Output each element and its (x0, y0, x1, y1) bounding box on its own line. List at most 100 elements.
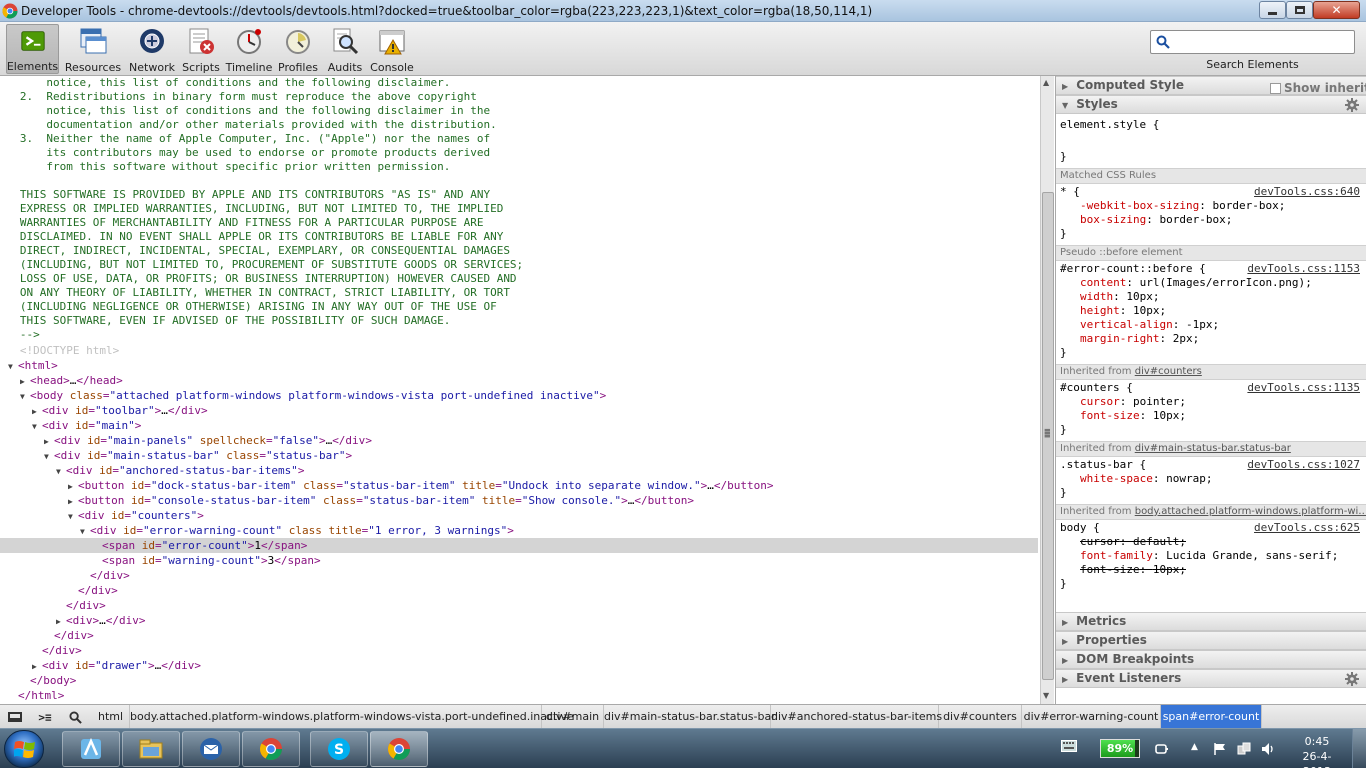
dom-tree[interactable]: notice, this list of conditions and the … (0, 76, 1038, 704)
expand-triangle-icon[interactable]: ▶ (32, 404, 42, 419)
breadcrumb-item[interactable]: div#main (542, 705, 604, 728)
pane-properties[interactable]: ▶ Properties (1056, 631, 1366, 650)
network-icon[interactable] (1237, 742, 1251, 756)
breadcrumb-item[interactable]: div#error-warning-count (1022, 705, 1161, 728)
computed-style-header[interactable]: ▶ Computed Style Show inherited (1056, 76, 1366, 95)
dock-button[interactable] (4, 708, 26, 726)
source-link[interactable]: devTools.css:1027 (1247, 458, 1360, 472)
taskbar-app-button[interactable] (122, 731, 180, 767)
show-inherited-checkbox[interactable] (1270, 83, 1281, 94)
system-clock[interactable]: 0:45 26-4-2013 (1290, 734, 1344, 768)
tab-resources[interactable]: Resources (64, 24, 122, 74)
scroll-down-icon[interactable]: ▼ (1043, 691, 1049, 700)
css-property[interactable]: font-size: 10px; (1080, 563, 1366, 577)
css-property[interactable]: vertical-align: -1px; (1080, 318, 1366, 332)
dom-node[interactable]: ▶ <div id="drawer">…</div> (0, 658, 1038, 673)
collapse-triangle-icon[interactable]: ▼ (32, 419, 42, 434)
minimize-button[interactable] (1259, 1, 1286, 19)
breadcrumb-item[interactable]: span#error-count (1161, 705, 1262, 728)
tab-scripts[interactable]: Scripts (181, 24, 221, 74)
css-property[interactable]: font-family: Lucida Grande, sans-serif; (1080, 549, 1366, 563)
css-property[interactable]: white-space: nowrap; (1080, 472, 1366, 486)
dom-node[interactable]: ▼ <html> (0, 358, 1038, 373)
search-input[interactable] (1175, 34, 1351, 50)
expand-triangle-icon[interactable]: ▶ (32, 659, 42, 674)
dom-node-selected[interactable]: <span id="error-count">1</span> (0, 538, 1038, 553)
inherited-from-link[interactable]: body.attached.platform-windows.platform-… (1135, 506, 1366, 517)
expand-triangle-icon[interactable]: ▶ (68, 494, 78, 509)
collapse-triangle-icon[interactable]: ▼ (8, 359, 18, 374)
taskbar-app-button[interactable] (370, 731, 428, 767)
source-link[interactable]: devTools.css:1153 (1247, 262, 1360, 276)
css-property[interactable]: font-size: 10px; (1080, 409, 1366, 423)
inspect-button[interactable] (64, 708, 86, 726)
css-property[interactable]: margin-right: 2px; (1080, 332, 1366, 346)
gear-icon[interactable] (1345, 98, 1359, 112)
breadcrumb-item[interactable]: div#main-status-bar.status-bar (604, 705, 776, 728)
keyboard-icon[interactable] (1061, 740, 1077, 752)
tab-elements[interactable]: Elements (6, 24, 59, 74)
dom-node[interactable]: ▶ <div id="main-panels" spellcheck="false… (0, 433, 1038, 448)
element-style-selector[interactable]: element.style { (1060, 118, 1360, 132)
expand-triangle-icon[interactable]: ▶ (68, 479, 78, 494)
expand-triangle-icon[interactable]: ▶ (20, 374, 30, 389)
breadcrumb-item[interactable]: div#counters (939, 705, 1022, 728)
dom-node[interactable]: ▼ <div id="main-status-bar" class="status… (0, 448, 1038, 463)
inherited-from-link[interactable]: div#counters (1135, 366, 1202, 377)
tab-network[interactable]: Network (128, 24, 176, 74)
css-property[interactable]: box-sizing: border-box; (1080, 213, 1366, 227)
source-link[interactable]: devTools.css:625 (1254, 521, 1360, 535)
collapse-triangle-icon[interactable]: ▼ (80, 524, 90, 539)
search-box[interactable] (1150, 30, 1355, 54)
show-desktop-button[interactable] (1352, 729, 1366, 768)
dom-node[interactable]: </div> (0, 598, 1038, 613)
dom-node[interactable]: ▶ <head>…</head> (0, 373, 1038, 388)
gear-icon[interactable] (1345, 672, 1359, 686)
dom-node[interactable]: </div> (0, 628, 1038, 643)
expand-triangle-icon[interactable]: ▶ (44, 434, 54, 449)
taskbar-app-button[interactable] (182, 731, 240, 767)
pane-metrics[interactable]: ▶ Metrics (1056, 612, 1366, 631)
dom-node[interactable]: </div> (0, 643, 1038, 658)
battery-indicator[interactable]: 89% (1100, 739, 1140, 758)
dom-node[interactable]: ▼ <div id="counters"> (0, 508, 1038, 523)
dom-node[interactable]: ▶ <button id="dock-status-bar-item" class… (0, 478, 1038, 493)
start-button[interactable] (4, 730, 44, 768)
expand-triangle-icon[interactable]: ▶ (56, 614, 66, 629)
dom-node[interactable]: </html> (0, 688, 1038, 703)
dom-node[interactable]: ▼ <div id="error-warning-count" class tit… (0, 523, 1038, 538)
css-property[interactable]: cursor: pointer; (1080, 395, 1366, 409)
doctype-node[interactable]: <!DOCTYPE html> (0, 343, 1038, 358)
css-property[interactable]: -webkit-box-sizing: border-box; (1080, 199, 1366, 213)
flag-icon[interactable] (1213, 742, 1227, 756)
source-link[interactable]: devTools.css:640 (1254, 185, 1360, 199)
inherited-from-link[interactable]: div#main-status-bar.status-bar (1135, 443, 1291, 454)
show-hidden-icons-icon[interactable]: ▲ (1191, 742, 1205, 756)
breadcrumb-item[interactable]: div#anchored-status-bar-items (771, 705, 942, 728)
collapse-triangle-icon[interactable]: ▼ (68, 509, 78, 524)
styles-header[interactable]: ▼ Styles (1056, 95, 1366, 114)
dom-node[interactable]: </body> (0, 673, 1038, 688)
tab-timeline[interactable]: Timeline (226, 24, 272, 74)
css-property[interactable]: width: 10px; (1080, 290, 1366, 304)
collapse-triangle-icon[interactable]: ▼ (56, 464, 66, 479)
maximize-button[interactable] (1286, 1, 1313, 19)
dom-node[interactable]: <span id="warning-count">3</span> (0, 553, 1038, 568)
tab-audits[interactable]: Audits (325, 24, 365, 74)
collapse-triangle-icon[interactable]: ▼ (20, 389, 30, 404)
dom-node[interactable]: ▼ <div id="anchored-status-bar-items"> (0, 463, 1038, 478)
source-link[interactable]: devTools.css:1135 (1247, 381, 1360, 395)
dom-node[interactable]: ▶ <div>…</div> (0, 613, 1038, 628)
volume-icon[interactable] (1261, 742, 1275, 756)
taskbar-app-button[interactable] (242, 731, 300, 767)
pane-dom-breakpoints[interactable]: ▶ DOM Breakpoints (1056, 650, 1366, 669)
dom-node[interactable]: ▶ <button id="console-status-bar-item" cl… (0, 493, 1038, 508)
css-property[interactable]: height: 10px; (1080, 304, 1366, 318)
console-button[interactable]: >≡ (34, 708, 56, 726)
scroll-up-icon[interactable]: ▲ (1043, 78, 1049, 87)
tab-profiles[interactable]: Profiles (277, 24, 319, 74)
dom-node[interactable]: ▶ <div id="toolbar">…</div> (0, 403, 1038, 418)
taskbar-app-button[interactable] (62, 731, 120, 767)
dom-node[interactable]: ▼ <div id="main"> (0, 418, 1038, 433)
dom-tree-scrollbar[interactable]: ▲ ▬ ▬ ▬ ▼ (1040, 76, 1054, 704)
